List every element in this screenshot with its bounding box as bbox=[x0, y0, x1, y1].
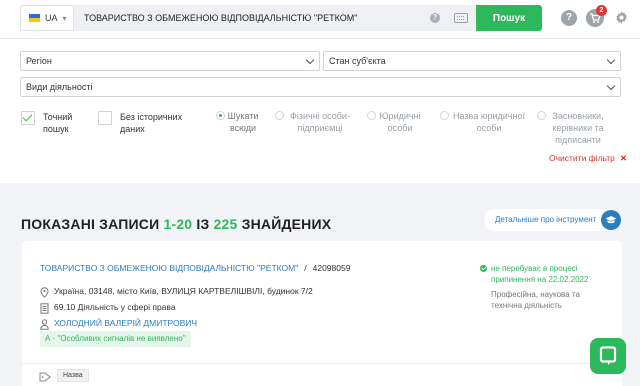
radio-individual-entrepreneurs[interactable] bbox=[275, 111, 284, 120]
search-button[interactable]: Пошук bbox=[476, 5, 542, 31]
radio-label-entity-name: Назва юридичної особи bbox=[453, 111, 525, 133]
check-circle-icon bbox=[480, 265, 487, 272]
chevron-down-icon bbox=[606, 55, 616, 65]
cart-badge: 2 bbox=[596, 5, 607, 16]
close-icon: ✕ bbox=[619, 153, 628, 163]
graduation-cap-icon[interactable] bbox=[601, 210, 621, 230]
activity-select-label: Види діяльності bbox=[26, 82, 93, 92]
radio-legal-entities[interactable] bbox=[367, 111, 376, 120]
chevron-down-icon bbox=[606, 81, 616, 91]
radio-label-individual-entrepreneurs: Фізичні особи-підприємці bbox=[290, 111, 350, 133]
language-select[interactable]: UA ▾ bbox=[20, 5, 74, 31]
exact-search-checkbox[interactable] bbox=[21, 111, 35, 125]
result-card: ТОВАРИСТВО З ОБМЕЖЕНОЮ ВІДПОВІДАЛЬНІСТЮ … bbox=[22, 241, 622, 386]
region-select-label: Регіон bbox=[26, 56, 52, 66]
region-select[interactable]: Регіон bbox=[20, 51, 320, 71]
tag-label[interactable]: Назва bbox=[57, 369, 89, 382]
top-bar: UA ▾ ТОВАРИСТВО З ОБМЕЖЕНОЮ ВІДПОВІДАЛЬН… bbox=[0, 0, 640, 38]
chevron-down-icon: ▾ bbox=[62, 13, 67, 23]
gear-icon[interactable] bbox=[614, 10, 629, 30]
help-icon[interactable]: ? bbox=[561, 10, 577, 26]
results-title-prefix: ПОКАЗАНІ ЗАПИСИ bbox=[21, 216, 160, 232]
status-text: не перебуває в процесі припинення на 22.… bbox=[491, 264, 589, 284]
results-range: 1-20 bbox=[163, 216, 193, 232]
person-link[interactable]: ХОЛОДНИЙ ВАЛЕРІЙ ДМИТРОВИЧ bbox=[54, 318, 197, 328]
card-divider bbox=[22, 363, 622, 364]
radio-label-legal-entities: Юридичні особи bbox=[379, 111, 421, 133]
tag-icon bbox=[39, 369, 51, 386]
company-name-link[interactable]: ТОВАРИСТВО З ОБМЕЖЕНОЮ ВІДПОВІДАЛЬНІСТЮ … bbox=[40, 263, 298, 273]
kved-section: Професійна, наукова та технічна діяльніс… bbox=[491, 290, 580, 310]
results-total: 225 bbox=[213, 216, 238, 232]
company-address: Україна, 03148, місто Київ, ВУЛИЦЯ КАРТВ… bbox=[54, 286, 313, 296]
chevron-down-icon bbox=[305, 55, 315, 65]
keyboard-icon[interactable] bbox=[454, 13, 468, 23]
company-code: 42098059 bbox=[312, 263, 351, 273]
clear-filter-link[interactable]: Очистити фільтр ✕ bbox=[549, 153, 627, 164]
radio-search-everywhere[interactable] bbox=[216, 111, 225, 120]
no-history-label: Без історичних даних bbox=[120, 112, 183, 134]
state-select[interactable]: Стан суб'єкта bbox=[323, 51, 621, 71]
company-separator: / bbox=[304, 263, 307, 273]
activity-select[interactable]: Види діяльності bbox=[20, 77, 621, 97]
header-divider bbox=[0, 38, 640, 39]
ukraine-flag-icon bbox=[29, 14, 40, 22]
radio-label-search-everywhere: Шукати всюди bbox=[227, 111, 259, 133]
results-title-suffix: ЗНАЙДЕНИХ bbox=[241, 216, 332, 232]
chat-widget-button[interactable] bbox=[590, 338, 626, 374]
company-heading: ТОВАРИСТВО З ОБМЕЖЕНОЮ ВІДПОВІДАЛЬНІСТЮ … bbox=[40, 263, 350, 273]
status-indicator: не перебуває в процесі припинення на 22.… bbox=[480, 263, 600, 285]
state-select-label: Стан суб'єкта bbox=[329, 56, 386, 66]
clear-filter-label: Очистити фільтр bbox=[549, 153, 615, 163]
language-label: UA bbox=[45, 13, 58, 23]
exact-search-label: Точний пошук bbox=[43, 112, 73, 134]
radio-label-founders: Засновники, керівники та підписанти bbox=[552, 111, 604, 145]
details-button[interactable]: Детальніше про інструмент bbox=[484, 209, 620, 231]
radio-founders[interactable] bbox=[537, 111, 546, 120]
search-help-icon[interactable]: ? bbox=[430, 13, 440, 23]
no-history-checkbox[interactable] bbox=[98, 111, 112, 125]
search-input[interactable]: ТОВАРИСТВО З ОБМЕЖЕНОЮ ВІДПОВІДАЛЬНІСТЮ … bbox=[84, 13, 357, 23]
results-title: ПОКАЗАНІ ЗАПИСИ 1-20 ІЗ 225 ЗНАЙДЕНИХ bbox=[21, 216, 331, 232]
company-activity: 69.10 Діяльність у сфері права bbox=[54, 302, 176, 312]
search-bar: UA ▾ ТОВАРИСТВО З ОБМЕЖЕНОЮ ВІДПОВІДАЛЬН… bbox=[20, 5, 476, 31]
radio-entity-name[interactable] bbox=[440, 111, 449, 120]
signal-badge: А - "Особливих сигналів не виявлено" bbox=[40, 331, 191, 347]
results-from: ІЗ bbox=[196, 216, 210, 232]
